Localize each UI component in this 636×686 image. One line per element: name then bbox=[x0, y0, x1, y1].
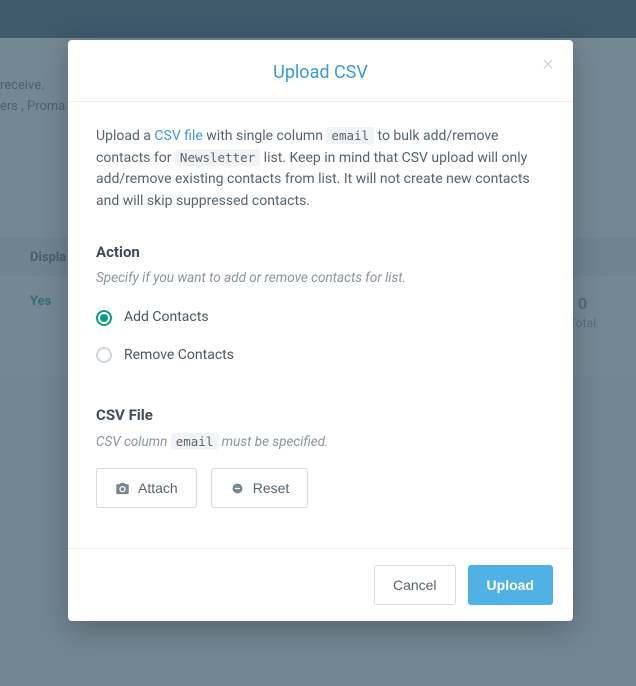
camera-icon bbox=[115, 481, 130, 496]
upload-csv-modal: Upload CSV × Upload a CSV file with sing… bbox=[68, 40, 573, 621]
cancel-label: Cancel bbox=[393, 577, 437, 593]
close-button[interactable]: × bbox=[537, 54, 559, 76]
action-section-title: Action bbox=[96, 241, 545, 264]
csv-section-title: CSV File bbox=[96, 404, 545, 427]
code-email: email bbox=[326, 127, 374, 144]
modal-title: Upload CSV bbox=[88, 62, 553, 83]
csv-section-sub: CSV column email must be specified. bbox=[96, 432, 545, 453]
action-radio-group: Add Contacts Remove Contacts bbox=[96, 307, 545, 366]
desc-text: Upload a bbox=[96, 128, 154, 144]
action-section-sub: Specify if you want to add or remove con… bbox=[96, 268, 545, 289]
modal-footer: Cancel Upload bbox=[68, 548, 573, 621]
radio-icon bbox=[96, 310, 112, 326]
radio-icon bbox=[96, 347, 112, 363]
file-button-row: Attach Reset bbox=[96, 468, 545, 508]
minus-circle-icon bbox=[230, 481, 245, 496]
radio-label: Add Contacts bbox=[124, 307, 209, 329]
modal-header: Upload CSV × bbox=[68, 40, 573, 102]
reset-button[interactable]: Reset bbox=[211, 468, 309, 508]
code-email: email bbox=[171, 433, 219, 450]
radio-dot-icon bbox=[100, 314, 108, 322]
cancel-button[interactable]: Cancel bbox=[374, 565, 456, 605]
csv-file-link[interactable]: CSV file bbox=[154, 128, 202, 144]
upload-label: Upload bbox=[487, 577, 534, 593]
attach-button[interactable]: Attach bbox=[96, 468, 197, 508]
upload-button[interactable]: Upload bbox=[468, 565, 553, 605]
csv-sub-text: CSV column bbox=[96, 434, 171, 450]
radio-label: Remove Contacts bbox=[124, 345, 234, 367]
csv-sub-text: must be specified. bbox=[218, 434, 328, 450]
radio-add-contacts[interactable]: Add Contacts bbox=[96, 307, 545, 329]
reset-label: Reset bbox=[253, 480, 290, 496]
modal-body: Upload a CSV file with single column ema… bbox=[68, 102, 573, 548]
attach-label: Attach bbox=[138, 480, 178, 496]
radio-remove-contacts[interactable]: Remove Contacts bbox=[96, 345, 545, 367]
desc-text: with single column bbox=[203, 128, 327, 144]
code-newsletter: Newsletter bbox=[175, 149, 260, 166]
modal-description: Upload a CSV file with single column ema… bbox=[96, 126, 545, 213]
close-icon: × bbox=[542, 54, 554, 76]
